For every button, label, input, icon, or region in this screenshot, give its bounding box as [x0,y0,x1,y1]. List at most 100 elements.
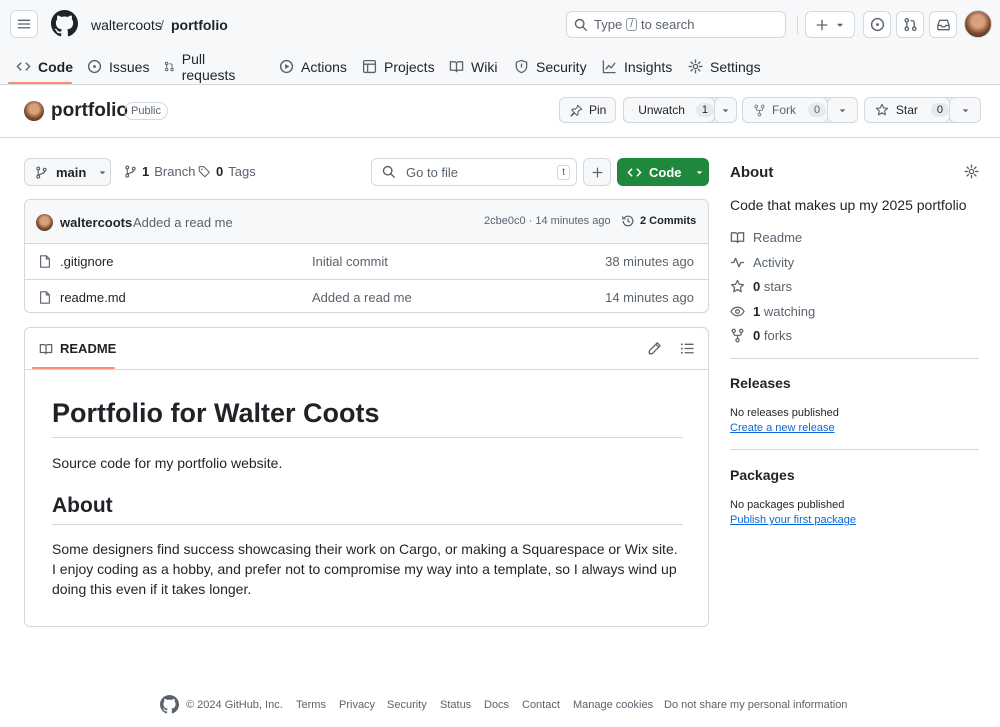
owner-avatar[interactable] [24,101,44,121]
readme-link[interactable]: Readme [730,230,802,245]
tab-code[interactable]: Code [16,48,73,85]
code-dropdown-button[interactable]: Code [617,158,709,186]
unwatch-button-group: Unwatch 1 [623,97,737,123]
commit-meta[interactable]: 2cbe0c0 · 14 minutes ago [484,215,611,227]
file-icon [40,291,50,304]
packages-heading[interactable]: Packages [730,467,795,483]
branch-select-button[interactable]: main [24,158,111,186]
watching-link[interactable]: 1 watching [730,304,815,319]
plus-icon [592,167,602,177]
tab-projects[interactable]: Projects [362,48,435,85]
forks-link[interactable]: 0 forks [730,328,792,343]
readme-tab[interactable]: README [39,341,116,356]
footer-link-terms[interactable]: Terms [296,699,326,711]
inbox-button[interactable] [929,11,957,38]
readme-panel: README Portfolio for Walter Coots Source… [24,327,709,627]
star-icon [730,279,745,293]
list-unordered-icon[interactable] [680,341,695,356]
triangle-down-icon [839,108,846,112]
breadcrumb-owner[interactable]: waltercoots [91,17,162,33]
commit-author-avatar[interactable] [36,214,53,231]
file-row[interactable]: .gitignore Initial commit 38 minutes ago [25,244,708,279]
tab-insights[interactable]: Insights [602,48,672,85]
file-row[interactable]: readme.md Added a read me 14 minutes ago [25,279,708,312]
code-icon [16,62,31,71]
watch-options-button[interactable] [714,97,737,123]
readme-header: README [25,328,708,370]
pin-button[interactable]: Pin [559,97,616,123]
issues-button[interactable] [863,11,891,38]
tab-actions[interactable]: Actions [279,48,347,85]
menu-button[interactable] [10,10,38,38]
unwatch-label: Unwatch [638,103,685,117]
fork-icon [731,328,744,343]
unwatch-button[interactable]: Unwatch 1 [623,97,715,123]
create-new-button[interactable] [805,11,855,38]
fork-options-button[interactable] [827,97,858,123]
commits-history-link[interactable]: 2 Commits [621,214,696,228]
graph-icon [602,60,616,74]
footer-link-manage-cookies[interactable]: Manage cookies [573,699,653,711]
commit-author[interactable]: waltercoots [60,215,132,230]
star-options-button[interactable] [949,97,981,123]
create-release-link[interactable]: Create a new release [730,422,835,434]
tags-link[interactable]: 0 Tags [198,164,256,179]
readme-tab-indicator [32,367,115,369]
forks-count: 0 [753,328,761,343]
repo-title[interactable]: portfolio [51,100,128,122]
pull-requests-button[interactable] [896,11,924,38]
about-heading: About [730,164,774,181]
branch-name: main [56,164,87,180]
go-to-file-shortcut: t [557,165,570,180]
pull-request-icon [903,17,917,32]
tab-label: Code [38,58,73,75]
footer-link-contact[interactable]: Contact [522,699,560,711]
tab-issues[interactable]: Issues [87,48,149,85]
go-to-file-input[interactable]: Go to file t [371,158,577,186]
tab-label: Issues [109,58,150,75]
tab-label: Insights [624,58,673,75]
footer-link-privacy[interactable]: Privacy [339,699,375,711]
eye-icon [632,109,634,111]
activity-link[interactable]: Activity [730,255,794,270]
fork-count: 0 [808,103,827,117]
file-name[interactable]: .gitignore [60,254,113,269]
footer-link-docs[interactable]: Docs [484,699,509,711]
footer-link-status[interactable]: Status [440,699,471,711]
stars-link[interactable]: 0 stars [730,279,792,294]
readme-subheading: About [52,494,683,525]
github-mark-icon[interactable] [160,695,179,714]
gear-icon[interactable] [964,164,979,179]
search-placeholder-rest: to search [640,17,695,32]
tab-settings[interactable]: Settings [688,48,761,85]
file-commit-message[interactable]: Added a read me [312,290,412,305]
branches-link[interactable]: 1 Branch [124,164,195,179]
publish-package-link[interactable]: Publish your first package [730,514,856,526]
star-count: 0 [930,103,949,117]
fork-button[interactable]: Fork 0 [742,97,828,123]
footer-link-security[interactable]: Security [387,699,427,711]
commit-message[interactable]: Added a read me [133,215,233,230]
footer-link-do-not-share[interactable]: Do not share my personal information [664,699,847,711]
triangle-down-icon [836,23,844,27]
fork-label: Fork [772,103,796,117]
tab-wiki[interactable]: Wiki [449,48,497,85]
pencil-icon[interactable] [647,341,662,356]
search-input[interactable]: Type / to search [566,11,786,38]
go-to-file-placeholder: Go to file [406,164,459,180]
user-avatar[interactable] [964,10,992,38]
shield-icon [515,59,528,74]
breadcrumb-repo[interactable]: portfolio [171,17,228,33]
star-button[interactable]: Star 0 [864,97,950,123]
add-file-button[interactable] [583,158,611,186]
file-name[interactable]: readme.md [60,290,126,305]
tab-security[interactable]: Security [514,48,587,85]
tab-pull-requests[interactable]: Pull requests [164,48,240,85]
history-icon [622,215,634,227]
tab-label: Security [536,58,587,75]
footer: © 2024 GitHub, Inc. Terms Privacy Securi… [0,695,1000,714]
tab-label: Wiki [471,58,498,75]
github-logo-icon[interactable] [51,10,78,37]
releases-heading[interactable]: Releases [730,375,791,391]
file-commit-message[interactable]: Initial commit [312,254,388,269]
